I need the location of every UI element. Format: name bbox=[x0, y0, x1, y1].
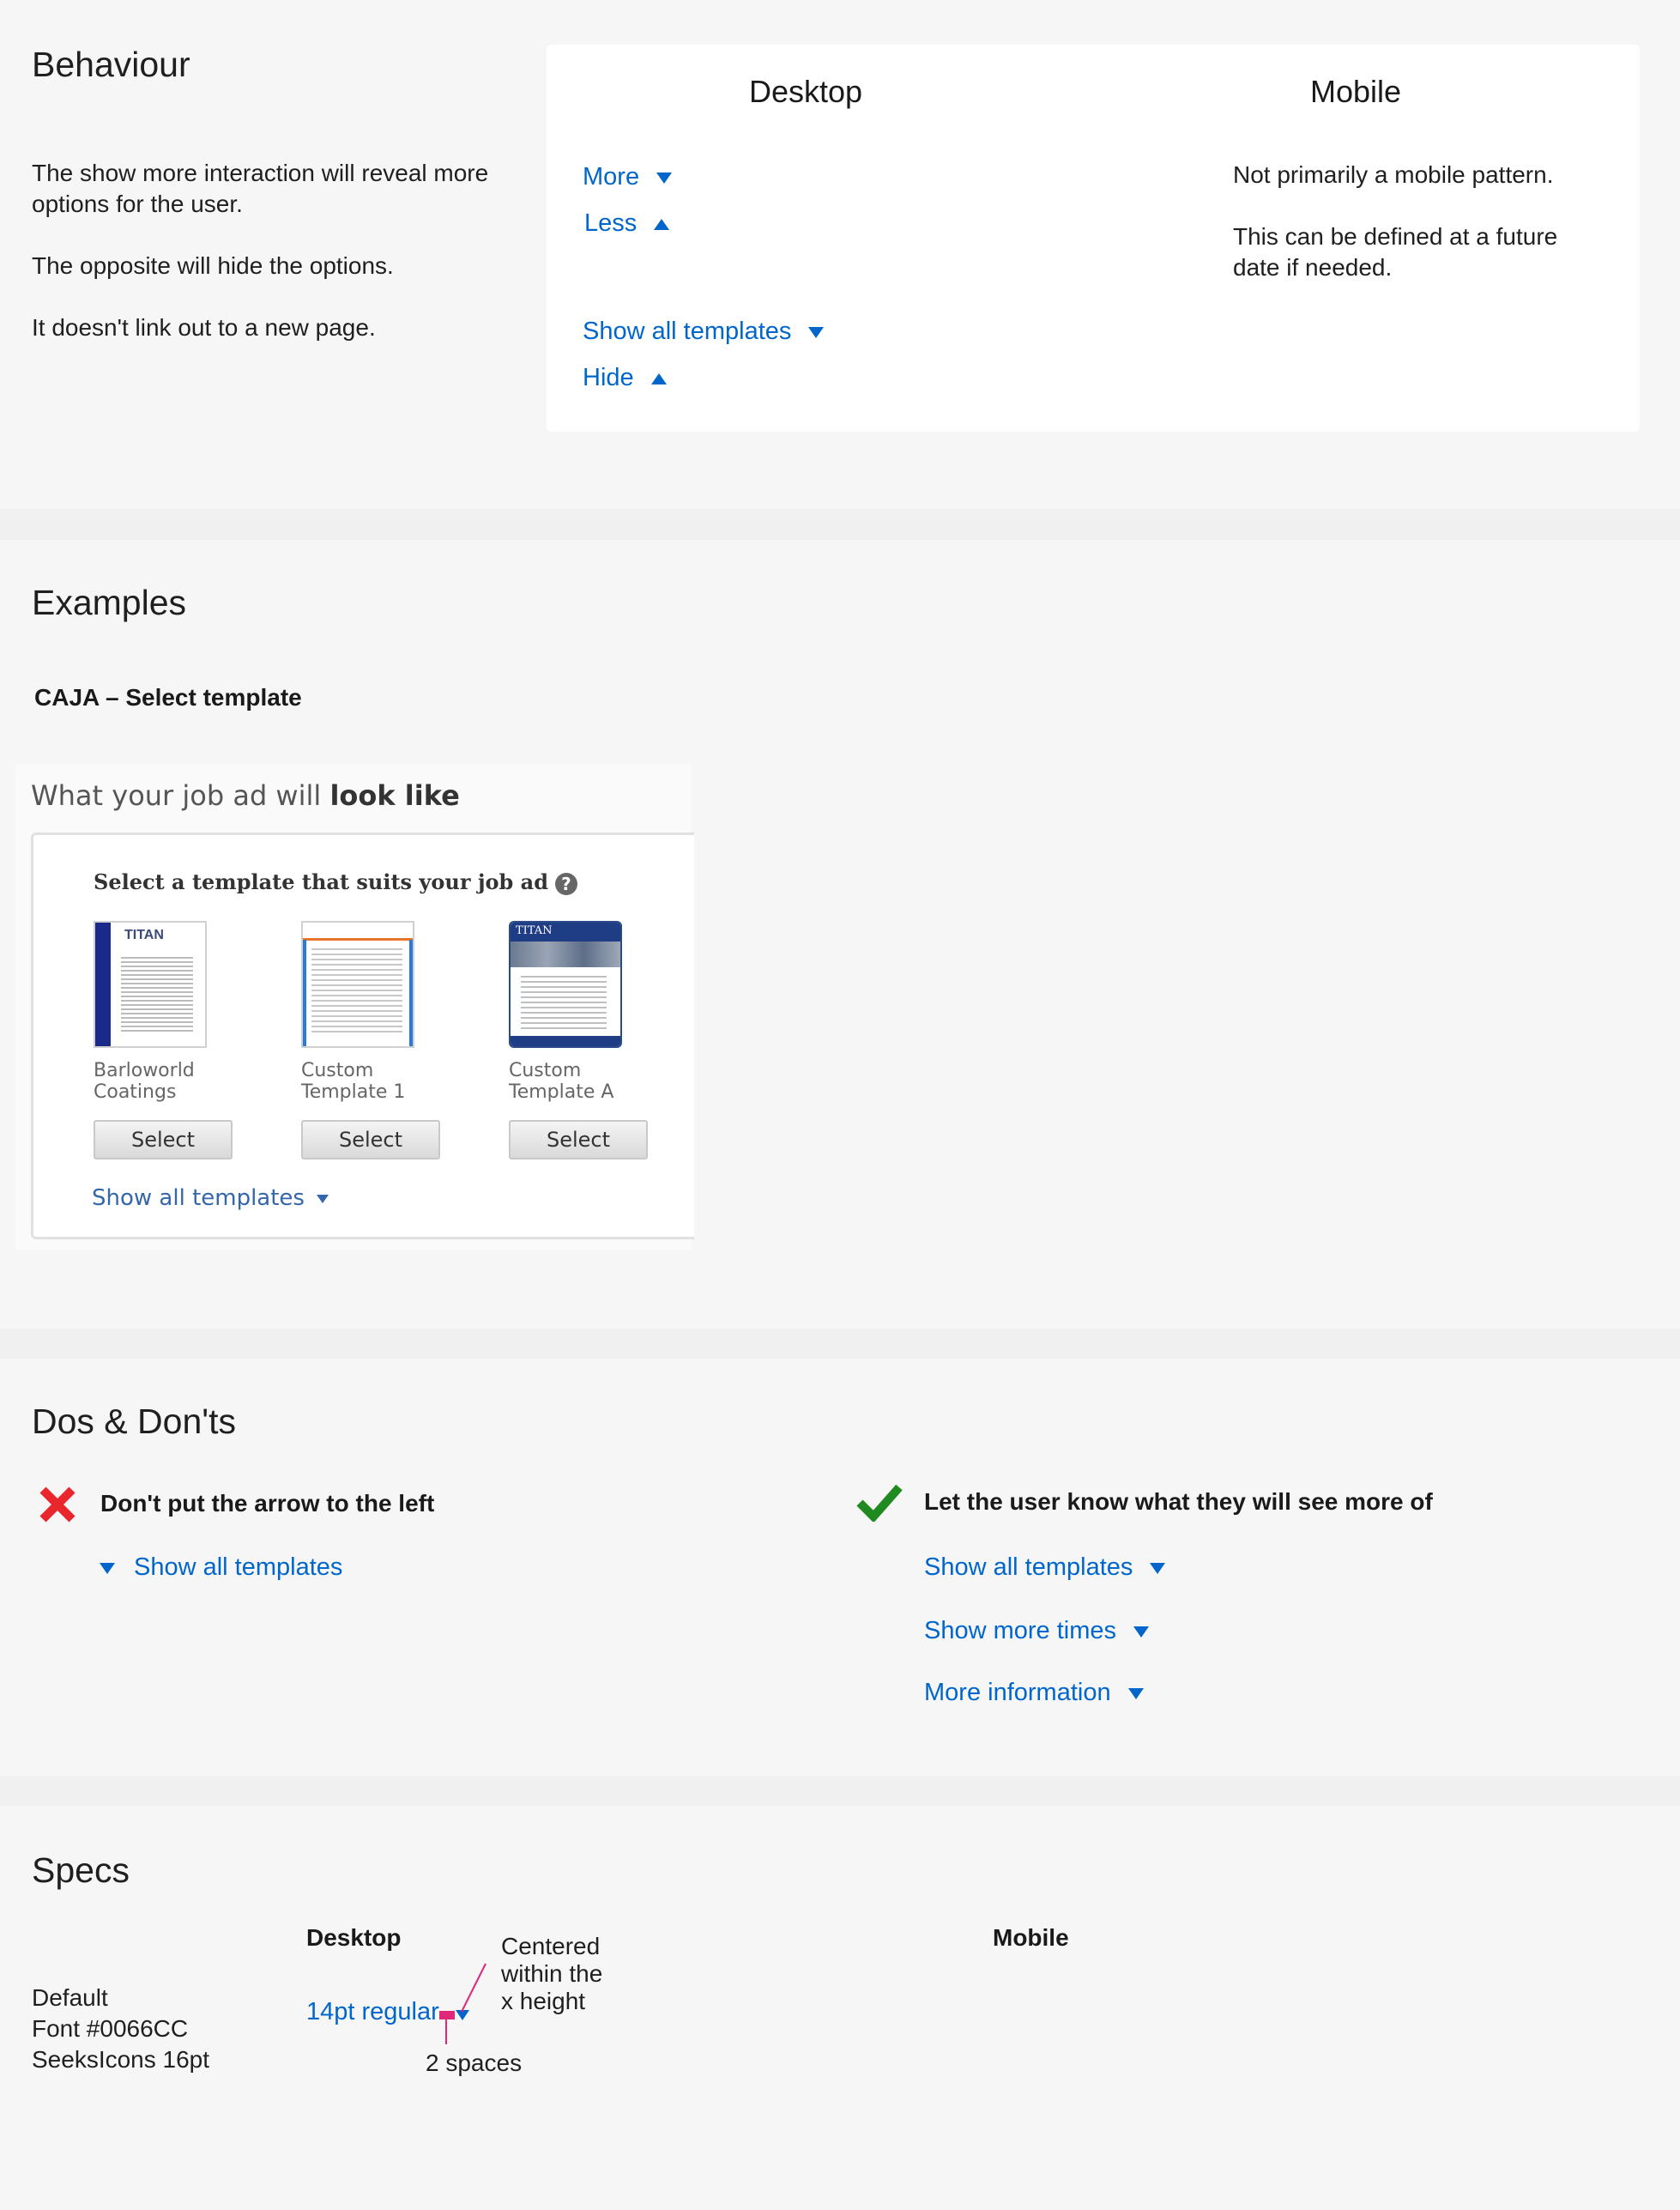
do-example-link-3[interactable]: More information bbox=[924, 1679, 1144, 1707]
template-name-custom-a: Custom Template A bbox=[509, 1060, 614, 1103]
less-link[interactable]: Less bbox=[584, 209, 670, 238]
specs-mobile-header: Mobile bbox=[993, 1924, 1069, 1951]
spec-font-color: Font #0066CC bbox=[32, 2015, 189, 2042]
dos-donts-title: Dos & Don'ts bbox=[32, 1402, 236, 1441]
do-label: Let the user know what they will see mor… bbox=[924, 1488, 1433, 1515]
titan-logo: TITAN bbox=[516, 924, 553, 937]
annotation-centered: Centered within the x height bbox=[501, 1933, 603, 2014]
thumb-left-bar bbox=[303, 940, 306, 1046]
triangle-up-icon bbox=[654, 218, 670, 230]
template-thumbnail-custom-1[interactable] bbox=[301, 921, 414, 1048]
more-link-label: More bbox=[583, 163, 640, 191]
triangle-down-icon bbox=[100, 1562, 115, 1574]
desktop-header: Desktop bbox=[749, 74, 863, 109]
template-name-custom-1: Custom Template 1 bbox=[301, 1060, 406, 1103]
spec-default: Default bbox=[32, 1984, 108, 2011]
behaviour-title: Behaviour bbox=[32, 45, 190, 84]
mobile-header: Mobile bbox=[1310, 74, 1402, 109]
behaviour-desc-3: It doesn't link out to a new page. bbox=[32, 314, 376, 341]
thumb-sidebar bbox=[95, 923, 111, 1046]
template-instruction: Select a template that suits your job ad… bbox=[94, 869, 577, 895]
thumb-header bbox=[303, 923, 413, 941]
template-selector: Select a template that suits your job ad… bbox=[31, 833, 694, 1239]
examples-title: Examples bbox=[32, 583, 187, 622]
template-thumbnail-custom-a[interactable]: TITAN bbox=[509, 921, 622, 1048]
thumb-photo bbox=[511, 942, 620, 967]
mobile-text-1: Not primarily a mobile pattern. bbox=[1233, 161, 1554, 188]
more-link[interactable]: More bbox=[583, 163, 673, 191]
specs-section: Specs Desktop Mobile Default Font #0066C… bbox=[0, 1806, 1680, 2210]
examples-subtitle: CAJA – Select template bbox=[34, 684, 302, 711]
examples-section: Examples CAJA – Select template What you… bbox=[0, 540, 1680, 1329]
behaviour-section: Behaviour The show more interaction will… bbox=[0, 0, 1680, 509]
do-example-label: More information bbox=[924, 1679, 1111, 1706]
thumb-footer bbox=[511, 1036, 620, 1046]
spec-icon-font: SeeksIcons 16pt bbox=[32, 2046, 210, 2073]
template-thumbnail-barloworld[interactable]: TITAN bbox=[94, 921, 207, 1048]
select-button-barloworld[interactable]: Select bbox=[94, 1120, 233, 1159]
do-example-label: Show all templates bbox=[924, 1553, 1133, 1581]
triangle-down-icon bbox=[316, 1194, 329, 1203]
triangle-up-icon bbox=[650, 372, 667, 384]
specs-title: Specs bbox=[32, 1850, 130, 1890]
show-all-templates-label: Show all templates bbox=[583, 318, 792, 345]
behaviour-desc-2: The opposite will hide the options. bbox=[32, 252, 394, 279]
hide-link[interactable]: Hide bbox=[583, 364, 667, 392]
behaviour-desc-1: The show more interaction will reveal mo… bbox=[32, 160, 489, 217]
triangle-down-icon bbox=[1150, 1562, 1166, 1574]
thumb-right-bar bbox=[409, 940, 413, 1046]
behaviour-card: Desktop Mobile More Less Show all templa… bbox=[547, 45, 1640, 432]
do-example-link-2[interactable]: Show more times bbox=[924, 1617, 1150, 1645]
do-example-label: Show more times bbox=[924, 1617, 1117, 1644]
show-all-templates-link[interactable]: Show all templates bbox=[583, 318, 825, 346]
green-check-icon bbox=[856, 1484, 903, 1522]
red-x-icon bbox=[39, 1486, 76, 1523]
spec-sample-link[interactable]: 14pt regular bbox=[306, 1998, 439, 2026]
thumb-text-lines bbox=[521, 976, 607, 1029]
triangle-down-icon bbox=[1127, 1687, 1144, 1699]
select-button-custom-a[interactable]: Select bbox=[509, 1120, 648, 1159]
do-example-link-1[interactable]: Show all templates bbox=[924, 1553, 1166, 1582]
dont-example-label: Show all templates bbox=[134, 1553, 343, 1581]
show-all-label: Show all templates bbox=[92, 1185, 305, 1211]
triangle-down-icon bbox=[1133, 1626, 1150, 1638]
annotation-spaces: 2 spaces bbox=[426, 2050, 523, 2076]
specs-desktop-header: Desktop bbox=[306, 1924, 402, 1951]
less-link-label: Less bbox=[584, 209, 638, 237]
hide-link-label: Hide bbox=[583, 364, 634, 391]
template-name-barloworld: Barloworld Coatings bbox=[94, 1060, 195, 1103]
triangle-down-icon bbox=[656, 172, 673, 184]
example-widget: What your job ad will look like Select a… bbox=[15, 764, 694, 1250]
show-all-templates-link[interactable]: Show all templates bbox=[92, 1185, 329, 1211]
titan-logo: TITAN bbox=[124, 928, 164, 942]
question-circle-icon[interactable]: ? bbox=[554, 872, 577, 895]
triangle-down-icon bbox=[808, 326, 825, 338]
dont-example-link[interactable]: Show all templates bbox=[100, 1553, 342, 1582]
dont-label: Don't put the arrow to the left bbox=[100, 1490, 435, 1517]
dos-donts-section: Dos & Don'ts Don't put the arrow to the … bbox=[0, 1359, 1680, 1776]
thumb-text-lines bbox=[311, 948, 402, 1034]
widget-heading: What your job ad will look like bbox=[31, 779, 460, 812]
thumb-text-lines bbox=[121, 957, 193, 1034]
mobile-text-2: This can be defined at a future date if … bbox=[1233, 223, 1558, 281]
select-button-custom-1[interactable]: Select bbox=[301, 1120, 440, 1159]
